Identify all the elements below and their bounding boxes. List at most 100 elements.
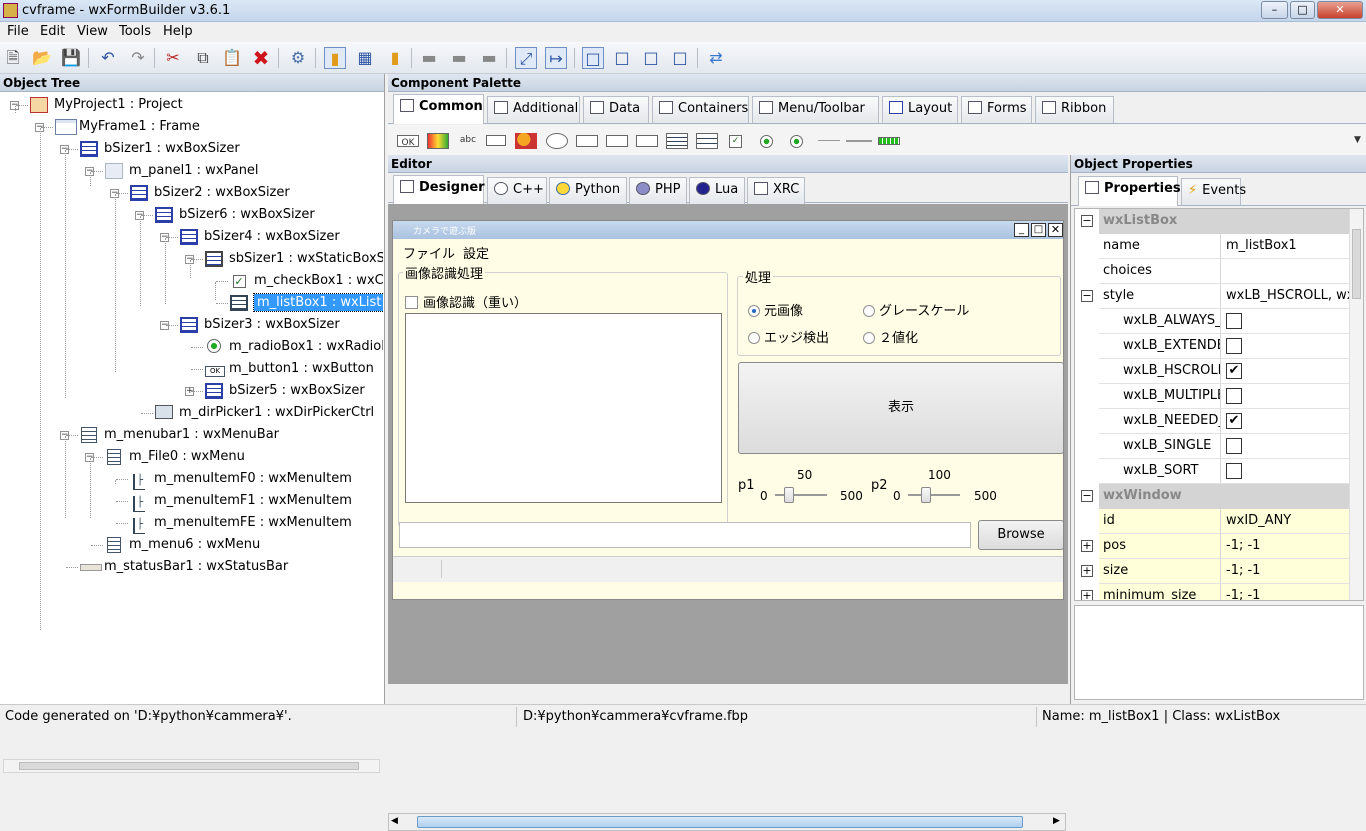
tree-horizontal-scrollbar[interactable]	[3, 759, 380, 773]
tab-data[interactable]: Data	[583, 96, 649, 123]
flag-checkbox[interactable]	[1226, 338, 1242, 354]
expand-icon[interactable]: +	[1081, 540, 1093, 552]
menu-edit[interactable]: Edit	[40, 24, 65, 39]
tab-properties[interactable]: Properties	[1078, 176, 1181, 206]
tab-events[interactable]: ⚡ Events	[1181, 178, 1246, 205]
menu-tools[interactable]: Tools	[119, 24, 151, 39]
property-value[interactable]: ✔	[1222, 359, 1350, 383]
staticline-widget-icon[interactable]	[818, 140, 840, 141]
property-row[interactable]: minimum_size -1; -1	[1099, 584, 1350, 600]
design-menu-file[interactable]: ファイル	[403, 243, 455, 262]
editor-horizontal-scrollbar[interactable]: ◀ ▶	[388, 813, 1066, 831]
tree-node[interactable]: bSizer5 : wxBoxSizer	[205, 381, 365, 401]
tree-node[interactable]: m_radioBox1 : wxRadioBo	[205, 337, 383, 357]
tab-forms[interactable]: Forms	[961, 96, 1032, 123]
property-value[interactable]: wxID_ANY	[1222, 509, 1350, 533]
staticbitmap-widget-icon[interactable]	[515, 133, 537, 149]
radio-grayscale-dot[interactable]	[863, 305, 875, 317]
palette-more-icon[interactable]: ▼	[1354, 135, 1361, 145]
border-top-icon[interactable]: □	[640, 47, 662, 69]
tree-node[interactable]: sbSizer1 : wxStaticBoxSiz	[205, 249, 383, 269]
close-button[interactable]: ✕	[1317, 1, 1363, 19]
flag-checkbox[interactable]	[1226, 463, 1242, 479]
tree-node[interactable]: bSizer4 : wxBoxSizer	[180, 227, 340, 247]
border-bottom-icon[interactable]: □	[669, 47, 691, 69]
checkbox-widget-icon[interactable]: ✓	[729, 135, 742, 148]
generate-code-icon[interactable]: ⚙	[287, 47, 309, 69]
recognition-checkbox[interactable]: 画像認識（重い）	[405, 292, 527, 311]
tree-node[interactable]: bSizer2 : wxBoxSizer	[130, 183, 290, 203]
tab-cpp[interactable]: C++	[487, 177, 547, 204]
tab-ribbon[interactable]: Ribbon	[1035, 96, 1114, 123]
tree-node[interactable]: ├ m_menuItemFE : wxMenuItem	[130, 513, 352, 534]
radio-edge-detect[interactable]: エッジ検出	[748, 327, 829, 346]
radio-binarize[interactable]: ２値化	[863, 327, 918, 346]
property-value[interactable]	[1222, 459, 1350, 483]
open-icon[interactable]: 📂	[31, 47, 53, 69]
cut-icon[interactable]: ✂	[162, 47, 184, 69]
slider1-thumb[interactable]	[784, 487, 794, 503]
border-right-icon[interactable]: □	[611, 47, 633, 69]
property-row[interactable]: pos -1; -1	[1099, 534, 1350, 559]
property-value[interactable]: ✔	[1222, 409, 1350, 433]
tab-lua[interactable]: Lua	[689, 177, 745, 204]
slider1-track[interactable]	[775, 494, 827, 496]
gauge-widget-icon[interactable]	[878, 137, 900, 145]
new-project-icon[interactable]: 🗎	[2, 47, 24, 69]
tab-common[interactable]: Common	[393, 94, 484, 124]
slider-widget-icon[interactable]	[846, 140, 872, 142]
textctrl-widget-icon[interactable]	[486, 135, 506, 146]
tab-menu-toolbar[interactable]: Menu/Toolbar	[752, 96, 879, 123]
slider2-thumb[interactable]	[921, 487, 931, 503]
tree-node[interactable]: m_File0 : wxMenu	[105, 447, 245, 467]
property-row[interactable]: wxLB_NEEDED_S ✔	[1099, 409, 1350, 434]
tree-node[interactable]: m_panel1 : wxPanel	[105, 161, 259, 181]
property-row[interactable]: choices	[1099, 259, 1350, 284]
radio-original[interactable]: 元画像	[748, 300, 803, 319]
tab-containers[interactable]: Containers	[652, 96, 749, 123]
menu-file[interactable]: File	[7, 24, 29, 39]
property-value[interactable]: -1; -1	[1222, 584, 1350, 600]
radiobutton-widget-icon[interactable]	[760, 135, 773, 148]
tree-node[interactable]: OK m_button1 : wxButton	[205, 359, 374, 379]
expand-icon[interactable]: +	[1081, 590, 1093, 600]
tree-node[interactable]: ✓ m_checkBox1 : wxCh	[230, 271, 383, 291]
paste-icon[interactable]: 📋	[221, 47, 243, 69]
align-bottom-icon[interactable]: ▬	[478, 47, 500, 69]
property-row[interactable]: id wxID_ANY	[1099, 509, 1350, 534]
listctrl-widget-icon[interactable]	[666, 133, 688, 149]
combobox-widget-icon[interactable]	[546, 133, 568, 149]
property-value[interactable]	[1222, 259, 1350, 283]
radio-edge-dot[interactable]	[748, 332, 760, 344]
property-row[interactable]: style wxLB_HSCROLL, wxL	[1099, 284, 1350, 309]
flag-checkbox[interactable]	[1226, 313, 1242, 329]
menu-help[interactable]: Help	[163, 24, 193, 39]
property-value[interactable]	[1222, 434, 1350, 458]
tree-node[interactable]: m_dirPicker1 : wxDirPickerCtrl	[155, 403, 374, 423]
flag-checkbox[interactable]: ✔	[1226, 363, 1242, 379]
tree-node[interactable]: m_menubar1 : wxMenuBar	[80, 425, 279, 445]
statictext-widget-icon[interactable]: abc	[458, 133, 478, 149]
property-value[interactable]: m_listBox1	[1222, 234, 1350, 258]
expand-icon[interactable]: ⤢	[515, 47, 537, 69]
maximize-button[interactable]: □	[1290, 1, 1315, 19]
radiobutton2-widget-icon[interactable]	[790, 135, 803, 148]
undo-icon[interactable]: ↶	[97, 47, 119, 69]
collapse-icon[interactable]: −	[1081, 215, 1093, 227]
collapse-icon[interactable]: −	[1081, 290, 1093, 302]
flag-checkbox[interactable]: ✔	[1226, 413, 1242, 429]
copy-icon[interactable]: ⧉	[192, 47, 214, 69]
minimize-button[interactable]: –	[1261, 1, 1288, 19]
property-row[interactable]: wxLB_SORT	[1099, 459, 1350, 484]
tab-additional[interactable]: Additional	[487, 96, 580, 123]
tab-designer[interactable]: Designer	[393, 175, 485, 205]
property-row[interactable]: wxLB_EXTENDE	[1099, 334, 1350, 359]
scroll-right-icon[interactable]: ▶	[1053, 816, 1060, 826]
tree-node[interactable]: bSizer3 : wxBoxSizer	[180, 315, 340, 335]
design-menu-settings[interactable]: 設定	[463, 243, 489, 262]
property-row[interactable]: name m_listBox1	[1099, 234, 1350, 259]
tree-node[interactable]: MyFrame1 : Frame	[55, 117, 200, 137]
tree-node[interactable]: m_listBox1 : wxList	[230, 293, 383, 313]
tree-node[interactable]: ├ m_menuItemF0 : wxMenuItem	[130, 469, 352, 490]
button-widget-icon[interactable]: OK	[397, 135, 419, 148]
